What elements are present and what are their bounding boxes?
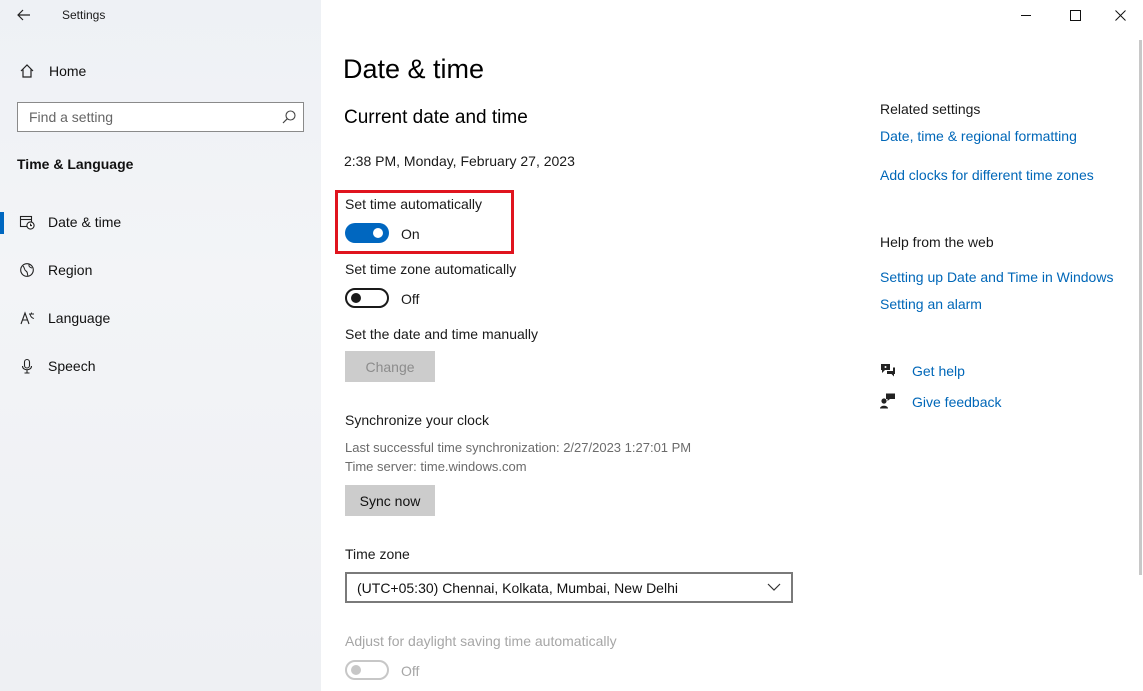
language-icon: [18, 309, 36, 327]
daylight-label: Adjust for daylight saving time automati…: [345, 633, 617, 649]
time-zone-select[interactable]: (UTC+05:30) Chennai, Kolkata, Mumbai, Ne…: [345, 572, 793, 603]
chevron-down-icon: [767, 583, 781, 591]
globe-icon: [18, 261, 36, 279]
sidebar-item-language[interactable]: Language: [0, 298, 321, 338]
close-icon: [1114, 9, 1126, 21]
set-zone-auto-label: Set time zone automatically: [345, 261, 517, 277]
help-from-web-title: Help from the web: [880, 234, 994, 250]
maximize-icon: [1069, 9, 1081, 21]
sync-now-button[interactable]: Sync now: [345, 485, 435, 516]
sidebar-item-date-time[interactable]: Date & time: [0, 202, 321, 242]
get-help-icon: [881, 364, 895, 377]
sidebar-item-home[interactable]: Home: [0, 51, 321, 91]
section-title: Current date and time: [344, 107, 528, 128]
daylight-state: Off: [401, 663, 420, 679]
page-title: Date & time: [343, 54, 485, 84]
time-zone-value: (UTC+05:30) Chennai, Kolkata, Mumbai, Ne…: [357, 579, 678, 596]
regional-formatting-link[interactable]: Date, time & regional formatting: [880, 128, 1077, 144]
minimize-icon: [1020, 14, 1031, 16]
related-settings-title: Related settings: [880, 101, 981, 117]
set-time-auto-toggle[interactable]: [345, 223, 389, 243]
time-server-text: Time server: time.windows.com: [345, 459, 527, 474]
date-time-icon: [18, 213, 36, 231]
search-box[interactable]: [17, 102, 304, 132]
back-button[interactable]: [8, 2, 40, 28]
microphone-icon: [18, 357, 36, 375]
sidebar-item-speech[interactable]: Speech: [0, 346, 321, 386]
set-zone-auto-state: Off: [401, 291, 420, 307]
set-zone-auto-toggle[interactable]: [345, 288, 389, 308]
set-time-auto-state: On: [401, 226, 420, 242]
add-clocks-link[interactable]: Add clocks for different time zones: [880, 167, 1094, 183]
current-datetime: 2:38 PM, Monday, February 27, 2023: [344, 153, 575, 169]
app-title: Settings: [62, 8, 106, 22]
time-zone-label: Time zone: [345, 546, 410, 562]
sidebar: Settings Home Time & Language Date & tim…: [0, 0, 321, 691]
search-input[interactable]: [18, 103, 258, 131]
setting-alarm-link[interactable]: Setting an alarm: [880, 296, 982, 312]
scrollbar[interactable]: [1139, 40, 1142, 575]
setting-up-date-time-link[interactable]: Setting up Date and Time in Windows: [880, 269, 1113, 285]
sidebar-item-label: Region: [48, 262, 93, 278]
last-sync-text: Last successful time synchronization: 2/…: [345, 440, 692, 455]
set-time-auto-label: Set time automatically: [345, 196, 482, 212]
close-button[interactable]: [1097, 0, 1143, 30]
sidebar-item-region[interactable]: Region: [0, 250, 321, 290]
daylight-toggle: [345, 660, 389, 680]
sidebar-item-label: Speech: [48, 358, 96, 374]
maximize-button[interactable]: [1052, 0, 1098, 30]
sidebar-item-label: Home: [49, 63, 87, 79]
sidebar-item-label: Language: [48, 310, 111, 326]
sidebar-item-label: Date & time: [48, 214, 122, 230]
home-icon: [18, 62, 36, 80]
change-button[interactable]: Change: [345, 351, 435, 382]
manual-label: Set the date and time manually: [345, 326, 539, 342]
sync-title: Synchronize your clock: [345, 412, 489, 428]
search-icon[interactable]: [281, 109, 297, 125]
minimize-button[interactable]: [1003, 0, 1049, 30]
get-help-link[interactable]: Get help: [912, 363, 965, 379]
sidebar-section-title: Time & Language: [17, 156, 134, 172]
back-arrow-icon: [17, 9, 30, 21]
give-feedback-link[interactable]: Give feedback: [912, 394, 1002, 410]
feedback-icon: [880, 393, 895, 409]
